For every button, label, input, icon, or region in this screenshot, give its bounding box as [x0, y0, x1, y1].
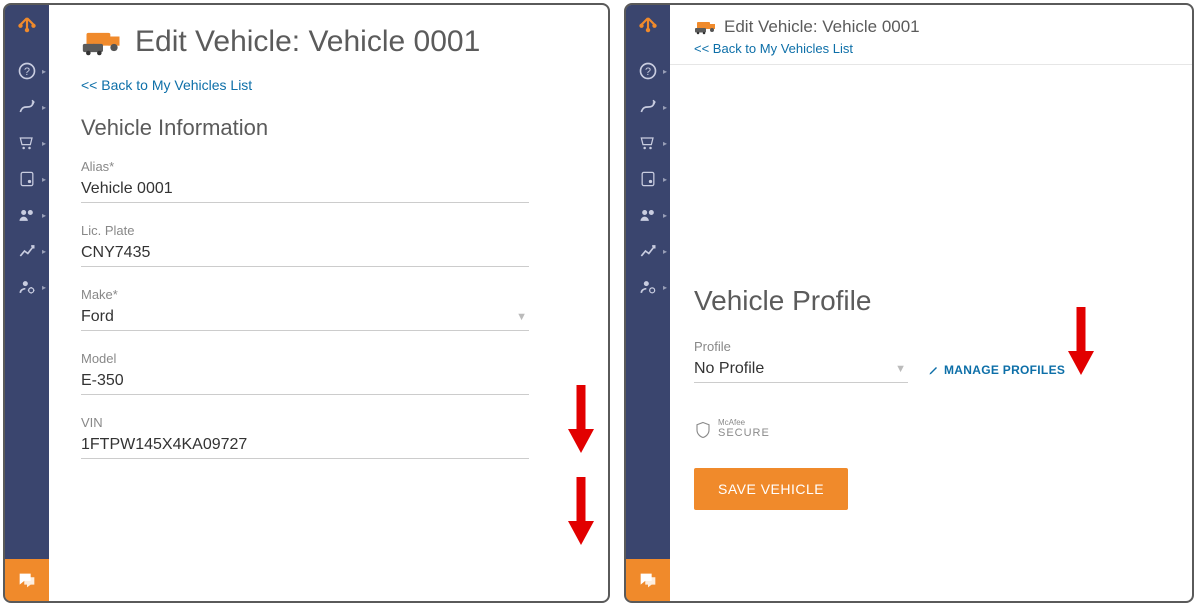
sidebar-item-analytics[interactable]: ▸ — [626, 233, 670, 269]
sidebar-item-help[interactable]: ?▸ — [626, 53, 670, 89]
svg-text:?: ? — [645, 66, 651, 78]
team-icon — [638, 205, 658, 225]
svg-text:?: ? — [24, 66, 30, 78]
back-link[interactable]: << Back to My Vehicles List — [694, 41, 1170, 56]
sidebar: ?▸ ▸ ▸ ▸ ▸ ▸ ▸ — [626, 5, 670, 601]
sidebar-item-addressbook[interactable]: ▸ — [626, 161, 670, 197]
content-area: Edit Vehicle: Vehicle 0001 << Back to My… — [49, 5, 608, 601]
routes-icon — [638, 97, 658, 117]
page-title: Edit Vehicle: Vehicle 0001 — [724, 17, 920, 37]
vehicle-header-icon — [81, 27, 125, 57]
profile-row: Profile ▼ MANAGE PROFILES — [694, 339, 1170, 383]
sidebar-item-analytics[interactable]: ▸ — [5, 233, 49, 269]
addressbook-icon — [17, 169, 37, 189]
sidebar-item-team[interactable]: ▸ — [5, 197, 49, 233]
sidebar-item-addressbook[interactable]: ▸ — [5, 161, 49, 197]
page-header: Edit Vehicle: Vehicle 0001 — [81, 25, 580, 59]
field-plate: Lic. Plate — [81, 223, 580, 267]
vin-label: VIN — [81, 415, 580, 430]
manage-profiles-link[interactable]: MANAGE PROFILES — [928, 363, 1065, 383]
chat-icon — [637, 569, 659, 591]
sidebar-item-help[interactable]: ? ▸ — [5, 53, 49, 89]
sidebar-chat-button[interactable] — [5, 559, 49, 601]
analytics-icon — [17, 241, 37, 261]
section-vehicle-profile-title: Vehicle Profile — [694, 285, 1170, 317]
annotation-arrow-2 — [566, 475, 596, 547]
alias-label: Alias* — [81, 159, 580, 174]
sidebar-item-settings[interactable]: ▸ — [5, 269, 49, 305]
sidebar-item-orders[interactable]: ▸ — [626, 125, 670, 161]
sidebar-item-settings[interactable]: ▸ — [626, 269, 670, 305]
logo-icon — [14, 16, 40, 42]
sidebar-item-routes[interactable]: ▸ — [626, 89, 670, 125]
profile-label: Profile — [694, 339, 908, 354]
page-header-compact: Edit Vehicle: Vehicle 0001 — [694, 17, 1170, 37]
cart-icon — [638, 133, 658, 153]
badge-brand-big: SECURE — [718, 427, 770, 440]
sidebar-item-orders[interactable]: ▸ — [5, 125, 49, 161]
field-vin: VIN — [81, 415, 580, 459]
vehicle-header-icon — [694, 19, 718, 35]
cart-icon — [17, 133, 37, 153]
plate-label: Lic. Plate — [81, 223, 580, 238]
app-logo[interactable] — [626, 5, 670, 53]
panel-edit-vehicle-top: ? ▸ ▸ ▸ ▸ ▸ ▸ ▸ — [3, 3, 610, 603]
addressbook-icon — [638, 169, 658, 189]
user-settings-icon — [17, 277, 37, 297]
model-input[interactable] — [81, 370, 529, 395]
save-vehicle-button[interactable]: SAVE VEHICLE — [694, 468, 848, 510]
back-link[interactable]: << Back to My Vehicles List — [81, 77, 252, 93]
profile-select[interactable] — [694, 358, 908, 383]
section-vehicle-info-title: Vehicle Information — [81, 115, 580, 141]
plate-input[interactable] — [81, 242, 529, 267]
model-label: Model — [81, 351, 580, 366]
content-area: Edit Vehicle: Vehicle 0001 << Back to My… — [670, 5, 1192, 601]
field-alias: Alias* — [81, 159, 580, 203]
manage-profiles-label: MANAGE PROFILES — [944, 363, 1065, 377]
team-icon — [17, 205, 37, 225]
chat-icon — [16, 569, 38, 591]
pencil-icon — [928, 364, 940, 376]
sidebar-item-routes[interactable]: ▸ — [5, 89, 49, 125]
panel-edit-vehicle-bottom: ?▸ ▸ ▸ ▸ ▸ ▸ ▸ Edit Vehicle: Vehicle 000… — [624, 3, 1194, 603]
field-model: Model — [81, 351, 580, 395]
vin-input[interactable] — [81, 434, 529, 459]
sidebar-chat-button[interactable] — [626, 559, 670, 601]
page-title: Edit Vehicle: Vehicle 0001 — [135, 25, 480, 59]
user-settings-icon — [638, 277, 658, 297]
logo-icon — [635, 16, 661, 42]
sidebar: ? ▸ ▸ ▸ ▸ ▸ ▸ ▸ — [5, 5, 49, 601]
alias-input[interactable] — [81, 178, 529, 203]
sidebar-item-team[interactable]: ▸ — [626, 197, 670, 233]
analytics-icon — [638, 241, 658, 261]
make-select[interactable] — [81, 306, 529, 331]
security-badge: McAfee SECURE — [694, 419, 1170, 440]
field-make: Make* ▼ — [81, 287, 580, 331]
help-icon: ? — [638, 61, 658, 81]
routes-icon — [17, 97, 37, 117]
make-label: Make* — [81, 287, 580, 302]
badge-brand-small: McAfee — [718, 419, 770, 427]
app-logo[interactable] — [5, 5, 49, 53]
help-icon: ? — [17, 61, 37, 81]
shield-icon — [694, 420, 712, 440]
